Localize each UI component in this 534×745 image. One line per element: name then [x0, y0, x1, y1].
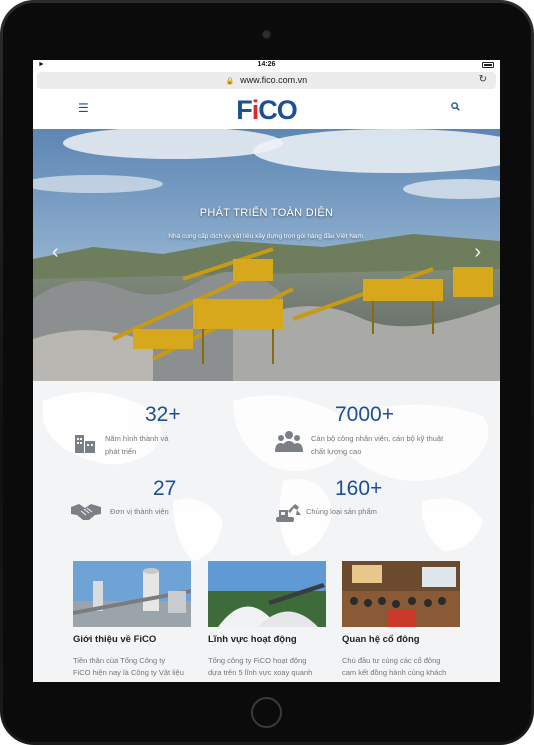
hero-slider[interactable]: PHÁT TRIỂN TOÀN DIỆN Nhà cung cấp dịch v… — [33, 129, 500, 381]
card-title[interactable]: Lĩnh vực hoạt động — [208, 634, 297, 645]
stats-section: 32+ Năm hình thành và phát triển 7000+ C… — [33, 381, 500, 561]
chevron-right-icon[interactable]: › — [474, 241, 481, 264]
card-desc-line2: dựa trên 5 lĩnh vực xoay quanh — [208, 668, 313, 677]
screen: ► 14:26 🔒 www.fico.com.vn ↻ ☰ FiCO PHÁT … — [33, 60, 500, 682]
handshake-icon — [71, 501, 101, 526]
stat-value: 27 — [153, 477, 177, 500]
front-camera — [263, 31, 270, 38]
card-desc-line2: cam kết đồng hành cùng khách — [342, 668, 447, 677]
stat-label-line2: chất lượng cao — [311, 447, 362, 456]
chevron-left-icon[interactable]: ‹ — [52, 241, 59, 264]
stat-label-line1: Chủng loại sản phẩm — [306, 507, 377, 516]
stat-label-line2: phát triển — [105, 447, 137, 456]
excavator-icon — [275, 501, 301, 530]
logo-co: CO — [258, 95, 297, 125]
hero-title: PHÁT TRIỂN TOÀN DIỆN — [199, 207, 334, 219]
world-map-background — [43, 392, 489, 561]
search-icon[interactable] — [451, 102, 460, 114]
fico-logo[interactable]: FiCO — [33, 95, 500, 126]
stat-label: Chủng loại sản phẩm — [306, 505, 446, 518]
status-time: 14:26 — [257, 61, 276, 68]
card-desc-line1: Tổng công ty FiCO hoạt động — [208, 656, 307, 665]
home-button[interactable] — [251, 697, 282, 728]
stat-value: 160+ — [335, 477, 383, 500]
card-shareholders[interactable]: Quan hệ cổ đông Chủ đầu tư cùng các cổ đ… — [342, 561, 460, 677]
logo-f: F — [236, 95, 252, 125]
card-description: Chủ đầu tư cùng các cổ đông cam kết đồng… — [342, 655, 460, 679]
card-image — [342, 561, 460, 627]
stat-label: Năm hình thành và phát triển — [105, 432, 205, 458]
lock-icon: 🔒 — [225, 78, 235, 85]
card-desc-line1: Chủ đầu tư cùng các cổ đông — [342, 656, 441, 665]
people-icon — [275, 430, 303, 457]
card-fields[interactable]: Lĩnh vực hoạt động Tổng công ty FiCO hoạ… — [208, 561, 326, 677]
url-text: www.fico.com.vn — [240, 75, 308, 85]
stat-label: Cán bộ công nhân viên, cán bộ kỹ thuật c… — [311, 432, 471, 458]
tablet-frame: ► 14:26 🔒 www.fico.com.vn ↻ ☰ FiCO PHÁT … — [0, 0, 534, 745]
stat-label-line1: Cán bộ công nhân viên, cán bộ kỹ thuật — [311, 434, 444, 443]
stat-value: 32+ — [145, 403, 181, 426]
status-bar: ► 14:26 — [33, 60, 500, 71]
card-title[interactable]: Quan hệ cổ đông — [342, 634, 420, 645]
card-description: Tiền thân của Tổng Công ty FiCO hiện nay… — [73, 655, 191, 679]
stat-label: Đơn vị thành viên — [110, 505, 210, 518]
address-bar[interactable]: 🔒 www.fico.com.vn ↻ — [37, 72, 496, 89]
battery-icon — [482, 62, 494, 68]
card-desc-line2: FiCO hiện nay là Công ty Vật liệu — [73, 668, 184, 677]
stat-label-line1: Năm hình thành và — [105, 434, 169, 443]
card-desc-line1: Tiền thân của Tổng Công ty — [73, 656, 166, 665]
card-image — [208, 561, 326, 627]
reload-icon[interactable]: ↻ — [479, 74, 487, 85]
hero-image — [33, 129, 500, 381]
card-title[interactable]: Giới thiệu về FiCO — [73, 634, 156, 645]
card-description: Tổng công ty FiCO hoạt động dựa trên 5 l… — [208, 655, 326, 679]
building-icon — [73, 429, 97, 458]
card-about[interactable]: Giới thiệu về FiCO Tiền thân của Tổng Cô… — [73, 561, 191, 677]
stat-label-line1: Đơn vị thành viên — [110, 507, 169, 516]
card-image — [73, 561, 191, 627]
stat-value: 7000+ — [335, 403, 394, 426]
feature-cards: Giới thiệu về FiCO Tiền thân của Tổng Cô… — [33, 561, 500, 682]
site-header: ☰ FiCO — [33, 89, 500, 130]
hero-subtitle: Nhà cung cấp dịch vụ vật liệu xây dựng t… — [168, 233, 365, 240]
